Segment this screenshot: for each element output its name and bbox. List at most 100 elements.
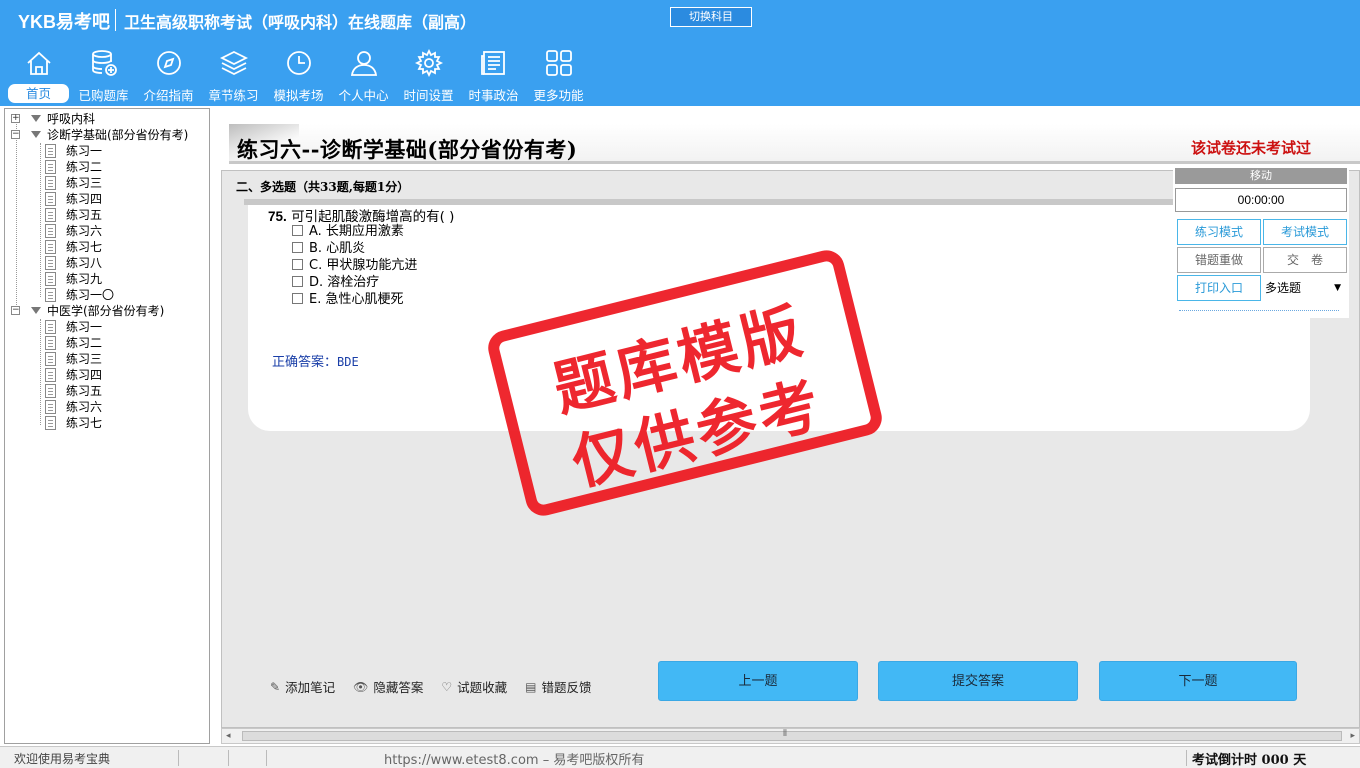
switch-subject-button[interactable]: 切换科目 [670,7,752,27]
tree-item-label: 练习一 [66,144,103,158]
scroll-left-icon[interactable]: ◂ [226,731,231,741]
question-type-select[interactable]: 多选题 ▼ [1263,275,1347,301]
nav-mock-label: 模拟考场 [273,88,324,103]
grid-icon [546,50,572,76]
app-title: 卫生高级职称考试（呼吸内科）在线题库（副高） [124,13,477,32]
nav-profile[interactable]: 个人中心 [331,46,396,104]
checkbox[interactable] [292,259,303,270]
tree-item-label: 练习五 [66,384,103,398]
checkbox[interactable] [292,225,303,236]
tree-line [40,319,41,425]
document-icon [45,320,56,334]
tree-item-label: 练习七 [66,240,103,254]
expand-icon[interactable]: + [11,114,20,123]
document-icon [45,240,56,254]
tree-item-label: 练习三 [66,176,103,190]
exam-mode-button[interactable]: 考试模式 [1263,219,1347,245]
hide-answer-button[interactable]: 👁 隐藏答案 [353,677,423,696]
collapse-icon[interactable]: − [11,130,20,139]
feedback-icon: ▤ [525,679,537,694]
exam-countdown: 考试倒计时 000 天 [1192,753,1307,768]
nav-guide-label: 介绍指南 [143,88,194,103]
app-logo: YKB易考吧 [18,12,111,32]
status-separator [178,750,179,766]
status-separator [228,750,229,766]
document-icon [45,208,56,222]
status-separator [266,750,267,766]
nav-chapter[interactable]: 章节练习 [201,46,266,104]
hand-in-button[interactable]: 交 卷 [1263,247,1347,273]
home-icon [27,51,51,75]
tree-line [16,119,17,313]
tree-line [40,143,41,297]
document-icon [45,192,56,206]
nav-time-settings[interactable]: 时间设置 [396,46,461,104]
checkbox[interactable] [292,276,303,287]
option-a[interactable]: A. 长期应用激素 [292,223,404,240]
prev-question-button[interactable]: 上一题 [658,661,858,701]
option-e[interactable]: E. 急性心肌梗死 [292,291,403,308]
gear-icon [414,48,444,78]
tree-item-label: 练习二 [66,336,103,350]
nav-profile-label: 个人中心 [338,88,389,103]
nav-politics[interactable]: 时事政治 [461,46,526,104]
option-label: C. 甲状腺功能亢进 [309,258,418,273]
main-nav: 首页 已购题库 介绍指南 章节练习 模拟考场 个人中心 时间设置 时事政治 更多… [6,46,591,104]
answer-label: 正确答案： [272,355,338,370]
nav-purchased[interactable]: 已购题库 [71,46,136,104]
database-icon [92,50,117,76]
tree-item-label: 练习六 [66,224,103,238]
option-b[interactable]: B. 心肌炎 [292,240,365,257]
move-handle[interactable]: 移动 [1175,168,1347,184]
panel-resize-bar[interactable] [1179,310,1339,312]
horizontal-scrollbar[interactable]: ◂ ⦀ ▸ [221,728,1360,744]
section-heading: 二、多选题（共33题,每题1分） [236,180,410,194]
newspaper-icon [481,51,505,75]
next-question-button[interactable]: 下一题 [1099,661,1297,701]
nav-mock[interactable]: 模拟考场 [266,46,331,104]
document-icon [45,384,56,398]
collapse-icon[interactable]: − [11,306,20,315]
tree-group-label: 诊断学基础(部分省份有考) [47,128,189,142]
submit-answer-button[interactable]: 提交答案 [878,661,1078,701]
tree-item-label: 练习四 [66,368,103,382]
nav-guide[interactable]: 介绍指南 [136,46,201,104]
redo-wrong-button[interactable]: 错题重做 [1177,247,1261,273]
document-icon [45,176,56,190]
layers-icon [219,50,249,76]
tool-label: 添加笔记 [285,680,336,695]
tree-item-label: 练习八 [66,256,103,270]
tree-item-label: 练习四 [66,192,103,206]
document-location-icon [45,224,56,238]
nav-more[interactable]: 更多功能 [526,46,591,104]
print-button[interactable]: 打印入口 [1177,275,1261,301]
question-text: 75. 可引起肌酸激酶增高的有( ) [268,205,454,225]
status-welcome: 欢迎使用易考宝典 [14,752,111,766]
document-icon [45,256,56,270]
exam-status: 该试卷还未考试过 [1191,139,1312,157]
scroll-right-icon[interactable]: ▸ [1350,731,1355,741]
report-error-button[interactable]: ▤ 错题反馈 [525,677,591,696]
favorite-button[interactable]: ♡ 试题收藏 [441,677,507,696]
timer-display: 00:00:00 [1175,188,1347,212]
document-icon [45,400,56,414]
question-tools: ✎ 添加笔记 👁 隐藏答案 ♡ 试题收藏 ▤ 错题反馈 [270,677,609,696]
dropdown-arrow-icon: ▼ [1334,283,1341,293]
checkbox[interactable] [292,293,303,304]
nav-home[interactable]: 首页 [6,46,71,104]
option-d[interactable]: D. 溶栓治疗 [292,274,379,291]
practice-mode-button[interactable]: 练习模式 [1177,219,1261,245]
folder-icon [31,115,41,122]
checkbox[interactable] [292,242,303,253]
chapter-tree: + 呼吸内科 − 诊断学基础(部分省份有考) 练习一 练习二 练习三 练习四 练… [4,108,210,744]
user-icon [350,51,378,76]
document-icon [45,288,56,302]
scrollbar-thumb[interactable]: ⦀ [242,729,1342,741]
add-note-button[interactable]: ✎ 添加笔记 [270,677,335,696]
tree-item-label: 练习一 [66,320,103,334]
question-number: 75. [268,209,287,224]
tree-group-label: 中医学(部分省份有考) [47,304,165,318]
option-c[interactable]: C. 甲状腺功能亢进 [292,257,417,274]
tree-item-label: 练习二 [66,160,103,174]
tool-label: 隐藏答案 [373,680,424,695]
